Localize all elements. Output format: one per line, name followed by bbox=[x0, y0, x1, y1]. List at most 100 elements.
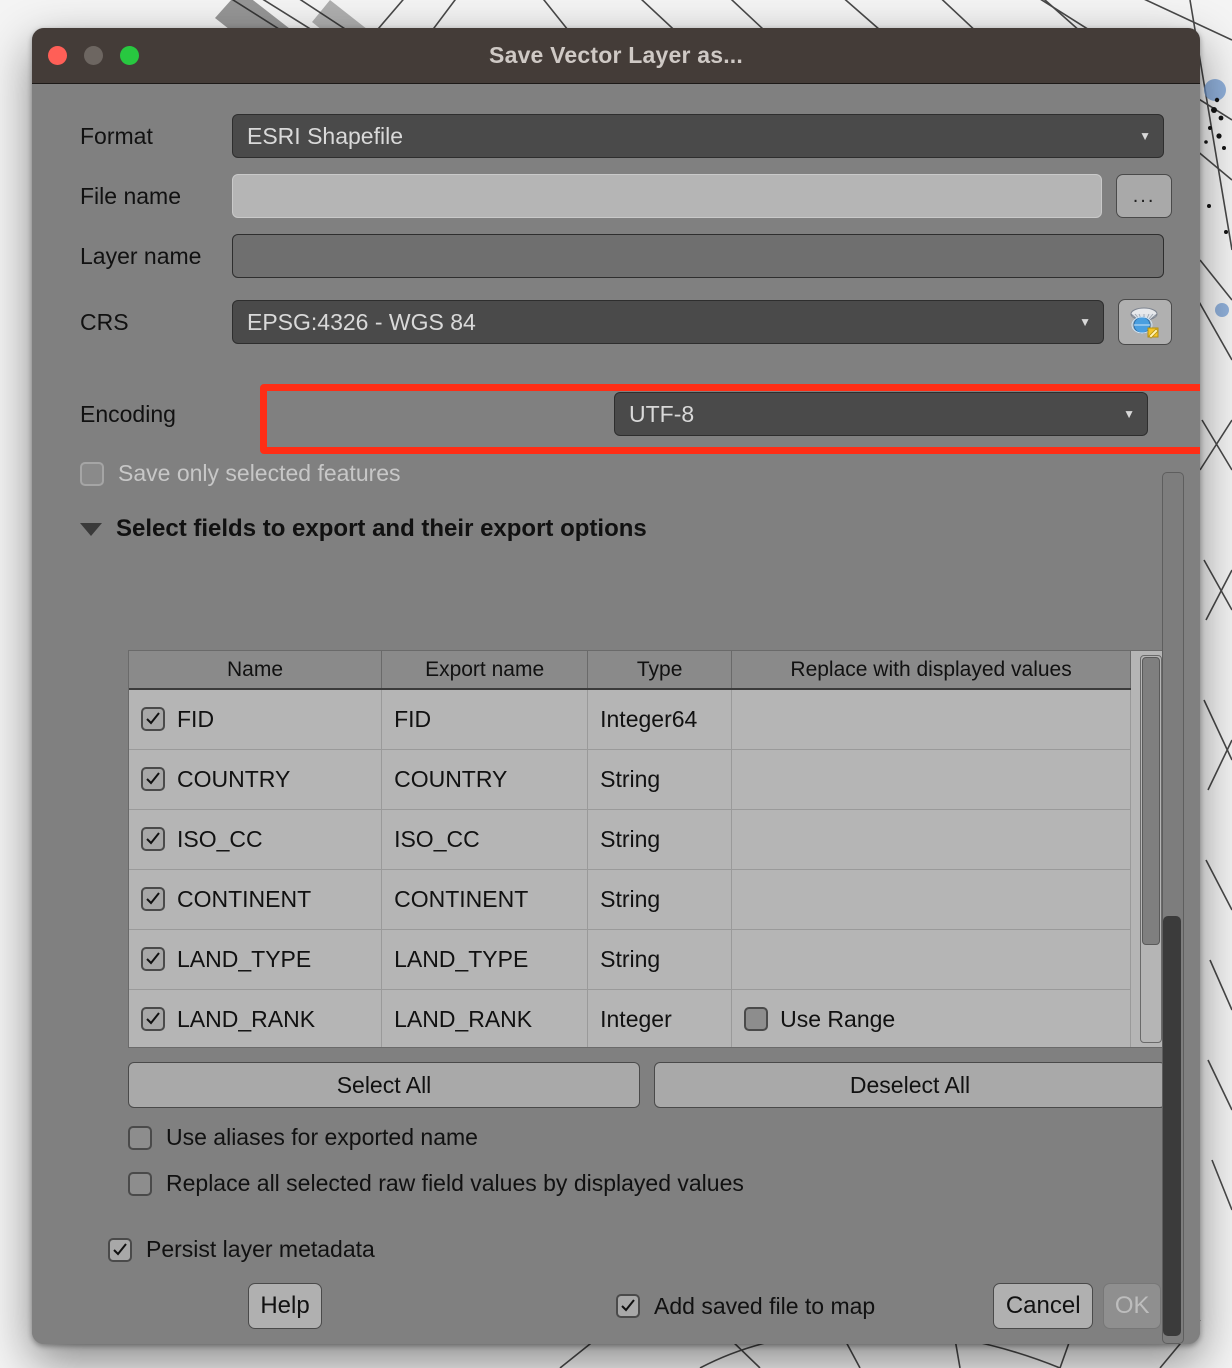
checkmark-icon bbox=[145, 711, 161, 727]
chevron-down-icon: ▼ bbox=[1123, 407, 1135, 421]
fields-table-body: FIDFIDInteger64COUNTRYCOUNTRYStringISO_C… bbox=[129, 689, 1131, 1048]
replace-all-checkbox[interactable] bbox=[128, 1172, 152, 1196]
fields-table-scrollbar-thumb[interactable] bbox=[1142, 657, 1160, 945]
ok-button[interactable]: OK bbox=[1103, 1283, 1161, 1329]
field-name-label: FID bbox=[177, 706, 214, 733]
field-replace-cell[interactable] bbox=[732, 749, 1131, 809]
column-header-export[interactable]: Export name bbox=[382, 651, 588, 689]
browse-file-button[interactable]: ... bbox=[1116, 174, 1172, 218]
collapse-triangle-icon[interactable] bbox=[80, 523, 102, 536]
minimize-button[interactable] bbox=[84, 46, 103, 65]
add-saved-file-row[interactable]: Add saved file to map bbox=[616, 1293, 875, 1320]
close-button[interactable] bbox=[48, 46, 67, 65]
field-replace-cell[interactable] bbox=[732, 809, 1131, 869]
select-buttons-row: Select All Deselect All bbox=[128, 1062, 1166, 1108]
globe-crs-icon-button[interactable] bbox=[1118, 299, 1172, 345]
use-aliases-checkbox[interactable] bbox=[128, 1126, 152, 1150]
table-row[interactable]: COUNTRYCOUNTRYString bbox=[129, 749, 1131, 809]
encoding-row: Encoding UTF-8 ▼ bbox=[32, 384, 1172, 444]
table-row[interactable]: FIDFIDInteger64 bbox=[129, 689, 1131, 749]
field-name-cell: FID bbox=[129, 689, 382, 749]
format-value: ESRI Shapefile bbox=[247, 123, 403, 150]
field-type-cell: String bbox=[588, 809, 732, 869]
crs-label: CRS bbox=[32, 309, 232, 336]
cancel-button[interactable]: Cancel bbox=[993, 1283, 1093, 1329]
save-only-selected-checkbox[interactable] bbox=[80, 462, 104, 486]
persist-metadata-checkbox[interactable] bbox=[108, 1238, 132, 1262]
field-include-checkbox[interactable] bbox=[141, 947, 165, 971]
field-replace-cell[interactable] bbox=[732, 869, 1131, 929]
file-name-row: File name ... bbox=[32, 166, 1172, 226]
add-saved-file-checkbox[interactable] bbox=[616, 1294, 640, 1318]
crs-combobox[interactable]: EPSG:4326 - WGS 84 ▼ bbox=[232, 300, 1104, 344]
deselect-all-button[interactable]: Deselect All bbox=[654, 1062, 1166, 1108]
field-type-cell: String bbox=[588, 749, 732, 809]
field-export-name-cell[interactable]: LAND_TYPE bbox=[382, 929, 588, 989]
fields-section-title: Select fields to export and their export… bbox=[116, 515, 647, 543]
field-name-label: COUNTRY bbox=[177, 766, 290, 793]
table-row[interactable]: LAND_TYPELAND_TYPEString bbox=[129, 929, 1131, 989]
fields-table-scrollbar[interactable] bbox=[1140, 655, 1162, 1043]
dialog-body: Format ESRI Shapefile ▼ File name ... La… bbox=[32, 84, 1200, 1344]
persist-metadata-row[interactable]: Persist layer metadata bbox=[108, 1236, 375, 1263]
chevron-down-icon: ▼ bbox=[1139, 129, 1151, 143]
table-row[interactable]: LAND_RANKLAND_RANKIntegerUse Range bbox=[129, 989, 1131, 1048]
add-saved-file-label: Add saved file to map bbox=[654, 1293, 875, 1320]
persist-metadata-label: Persist layer metadata bbox=[146, 1236, 375, 1263]
checkmark-icon bbox=[145, 1011, 161, 1027]
table-row[interactable]: CONTINENTCONTINENTString bbox=[129, 869, 1131, 929]
save-only-selected-row[interactable]: Save only selected features bbox=[80, 460, 1172, 487]
fields-section-header[interactable]: Select fields to export and their export… bbox=[80, 515, 1172, 543]
file-name-input[interactable] bbox=[232, 174, 1102, 218]
field-replace-cell[interactable]: Use Range bbox=[732, 989, 1131, 1048]
layer-name-label: Layer name bbox=[32, 243, 232, 270]
dialog-scrollbar[interactable] bbox=[1162, 472, 1184, 1344]
encoding-combobox[interactable]: UTF-8 ▼ bbox=[614, 392, 1148, 436]
field-replace-cell[interactable] bbox=[732, 929, 1131, 989]
save-vector-layer-dialog: Save Vector Layer as... Format ESRI Shap… bbox=[32, 28, 1200, 1344]
replace-all-label: Replace all selected raw field values by… bbox=[166, 1170, 744, 1197]
field-type-cell: Integer bbox=[588, 989, 732, 1048]
field-export-name-cell[interactable]: LAND_RANK bbox=[382, 989, 588, 1048]
field-name-label: ISO_CC bbox=[177, 826, 263, 853]
globe-crs-icon bbox=[1128, 305, 1162, 339]
use-range-checkbox[interactable] bbox=[744, 1007, 768, 1031]
field-name-cell: LAND_TYPE bbox=[129, 929, 382, 989]
use-aliases-label: Use aliases for exported name bbox=[166, 1124, 478, 1151]
use-aliases-row[interactable]: Use aliases for exported name bbox=[128, 1124, 478, 1151]
field-include-checkbox[interactable] bbox=[141, 1007, 165, 1031]
field-include-checkbox[interactable] bbox=[141, 767, 165, 791]
checkmark-icon bbox=[145, 831, 161, 847]
field-export-name-cell[interactable]: CONTINENT bbox=[382, 869, 588, 929]
field-name-cell: LAND_RANK bbox=[129, 989, 382, 1048]
field-name-label: CONTINENT bbox=[177, 886, 311, 913]
dialog-title: Save Vector Layer as... bbox=[32, 42, 1200, 69]
save-only-selected-label: Save only selected features bbox=[118, 460, 401, 487]
checkmark-icon bbox=[145, 891, 161, 907]
layer-name-input[interactable] bbox=[232, 234, 1164, 278]
zoom-button[interactable] bbox=[120, 46, 139, 65]
column-header-name[interactable]: Name bbox=[129, 651, 382, 689]
field-export-name-cell[interactable]: COUNTRY bbox=[382, 749, 588, 809]
field-include-checkbox[interactable] bbox=[141, 887, 165, 911]
table-row[interactable]: ISO_CCISO_CCString bbox=[129, 809, 1131, 869]
checkmark-icon bbox=[112, 1242, 128, 1258]
checkmark-icon bbox=[145, 771, 161, 787]
select-all-button[interactable]: Select All bbox=[128, 1062, 640, 1108]
format-row: Format ESRI Shapefile ▼ bbox=[32, 106, 1172, 166]
crs-value: EPSG:4326 - WGS 84 bbox=[247, 309, 476, 336]
field-export-name-cell[interactable]: ISO_CC bbox=[382, 809, 588, 869]
field-include-checkbox[interactable] bbox=[141, 827, 165, 851]
layer-name-row: Layer name bbox=[32, 226, 1172, 286]
replace-all-row[interactable]: Replace all selected raw field values by… bbox=[128, 1170, 744, 1197]
field-replace-cell[interactable] bbox=[732, 689, 1131, 749]
column-header-replace[interactable]: Replace with displayed values bbox=[732, 651, 1131, 689]
column-header-type[interactable]: Type bbox=[588, 651, 732, 689]
use-range-label: Use Range bbox=[780, 1006, 895, 1033]
field-include-checkbox[interactable] bbox=[141, 707, 165, 731]
help-button[interactable]: Help bbox=[248, 1283, 322, 1329]
crs-row: CRS EPSG:4326 - WGS 84 ▼ bbox=[32, 292, 1172, 352]
field-name-cell: COUNTRY bbox=[129, 749, 382, 809]
format-combobox[interactable]: ESRI Shapefile ▼ bbox=[232, 114, 1164, 158]
field-export-name-cell[interactable]: FID bbox=[382, 689, 588, 749]
